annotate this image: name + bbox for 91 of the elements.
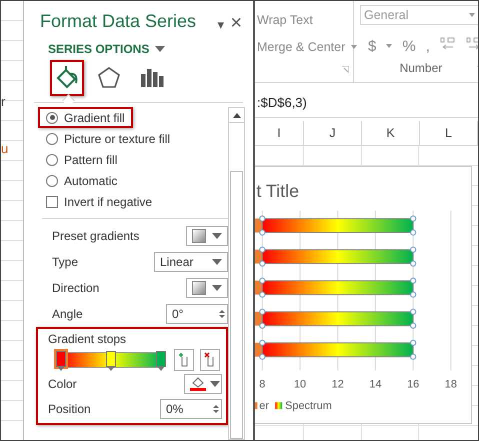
column-header[interactable]: L <box>420 121 478 145</box>
selection-handle[interactable] <box>259 216 266 222</box>
caret-icon <box>212 259 222 265</box>
close-button[interactable]: × <box>227 13 245 33</box>
series-options-dropdown[interactable]: SERIES OPTIONS <box>48 42 150 56</box>
remove-stop-button[interactable] <box>200 349 220 371</box>
selection-handle[interactable] <box>259 292 266 298</box>
paint-bucket-icon <box>54 65 80 91</box>
gradient-swatch-icon <box>192 281 206 295</box>
group-label: Gradient stops <box>48 332 128 346</box>
selection-handle[interactable] <box>259 322 266 329</box>
gradient-swatch-dropdown[interactable] <box>186 226 228 246</box>
radio-button[interactable] <box>46 132 58 144</box>
angle-spinner[interactable]: 0° <box>166 304 228 324</box>
selection-handle[interactable] <box>259 354 266 360</box>
add-stop-icon <box>178 352 190 368</box>
selection-handle[interactable] <box>410 322 416 329</box>
radio-button[interactable] <box>46 174 58 186</box>
remove-stop-icon <box>204 352 216 368</box>
cell-text: r <box>1 94 6 109</box>
axis-label: 16 <box>407 378 420 390</box>
fill-option[interactable]: Picture or texture fill <box>38 128 178 149</box>
caret-icon <box>212 285 222 291</box>
axis-label: 18 <box>444 378 457 390</box>
spinner-arrows-icon[interactable] <box>213 405 219 413</box>
add-stop-button[interactable] <box>174 349 194 371</box>
number-style-button[interactable]: $ <box>368 38 376 54</box>
setting-label: Position <box>48 402 91 416</box>
fill-option[interactable]: Pattern fill <box>38 149 126 170</box>
radio-button[interactable] <box>46 112 58 124</box>
fill-option[interactable]: Gradient fill <box>38 107 133 128</box>
pane-options-button[interactable]: ▾ <box>214 17 228 32</box>
pentagon-icon <box>96 65 122 91</box>
axis-label: 14 <box>369 378 382 390</box>
type-dropdown[interactable]: Linear <box>154 252 228 272</box>
setting-label: Type <box>52 255 78 269</box>
legend-swatch <box>275 402 282 410</box>
fill-color-icon <box>190 377 206 391</box>
color-picker-button[interactable] <box>184 374 222 394</box>
position-spinner[interactable]: 0% <box>160 399 222 419</box>
selection-handle[interactable] <box>410 246 416 253</box>
bar[interactable] <box>262 342 414 358</box>
scrollbar[interactable] <box>228 107 245 440</box>
cell-text: u <box>1 141 8 156</box>
setting-label: Preset gradients <box>52 229 140 243</box>
column-header[interactable]: J <box>304 121 362 145</box>
selection-handle[interactable] <box>259 246 266 253</box>
setting-label: Direction <box>52 281 100 295</box>
selection-handle[interactable] <box>410 216 416 222</box>
formula-bar[interactable]: :$D$6,3) <box>255 87 478 118</box>
column-header[interactable]: K <box>362 121 420 145</box>
wrap-text-button[interactable]: Wrap Text <box>257 13 353 27</box>
selection-handle[interactable] <box>259 308 266 315</box>
legend-label: er <box>259 400 270 412</box>
bar[interactable] <box>262 249 414 264</box>
group-label: Number <box>398 61 444 75</box>
axis-label: 10 <box>294 378 306 390</box>
axis-label: 12 <box>332 378 344 390</box>
caret-icon <box>386 44 392 48</box>
caret-icon <box>210 381 220 387</box>
selection-handle[interactable] <box>410 308 416 315</box>
selection-handle[interactable] <box>259 340 266 346</box>
setting-label: Angle <box>52 307 83 321</box>
spinner-arrows-icon[interactable] <box>219 310 225 318</box>
axis-label: 8 <box>259 378 266 390</box>
number-style-button[interactable]: , <box>426 38 430 54</box>
radio-button[interactable] <box>46 154 58 166</box>
gradient-swatch-icon <box>192 229 206 243</box>
bar-chart[interactable]: t Title 8 10 12 14 16 18 er Spectrum <box>255 166 472 424</box>
selection-handle[interactable] <box>259 278 266 284</box>
selection-handle[interactable] <box>410 278 416 284</box>
selection-handle[interactable] <box>410 340 416 346</box>
legend-label: Spectrum <box>285 400 332 412</box>
setting-label: Color <box>48 377 77 391</box>
selection-handle[interactable] <box>410 354 416 360</box>
bar[interactable] <box>262 280 414 296</box>
fill-option[interactable]: Automatic <box>38 170 126 191</box>
gradient-swatch-dropdown[interactable] <box>186 278 228 298</box>
spinner-value: 0% <box>166 402 184 416</box>
number-style-button[interactable]: % <box>402 38 416 54</box>
caret-icon <box>212 233 222 239</box>
column-header[interactable]: I <box>255 121 304 145</box>
pane-title: Format Data Series <box>40 11 198 32</box>
checkbox[interactable] <box>46 196 58 208</box>
bar[interactable] <box>262 218 414 233</box>
bar[interactable] <box>262 311 414 326</box>
invert-option[interactable]: Invert if negative <box>38 191 160 212</box>
spinner-value: 0° <box>172 307 184 321</box>
chart-title: t Title <box>256 180 300 201</box>
selection-handle[interactable] <box>410 292 416 298</box>
caret-icon <box>155 46 166 52</box>
